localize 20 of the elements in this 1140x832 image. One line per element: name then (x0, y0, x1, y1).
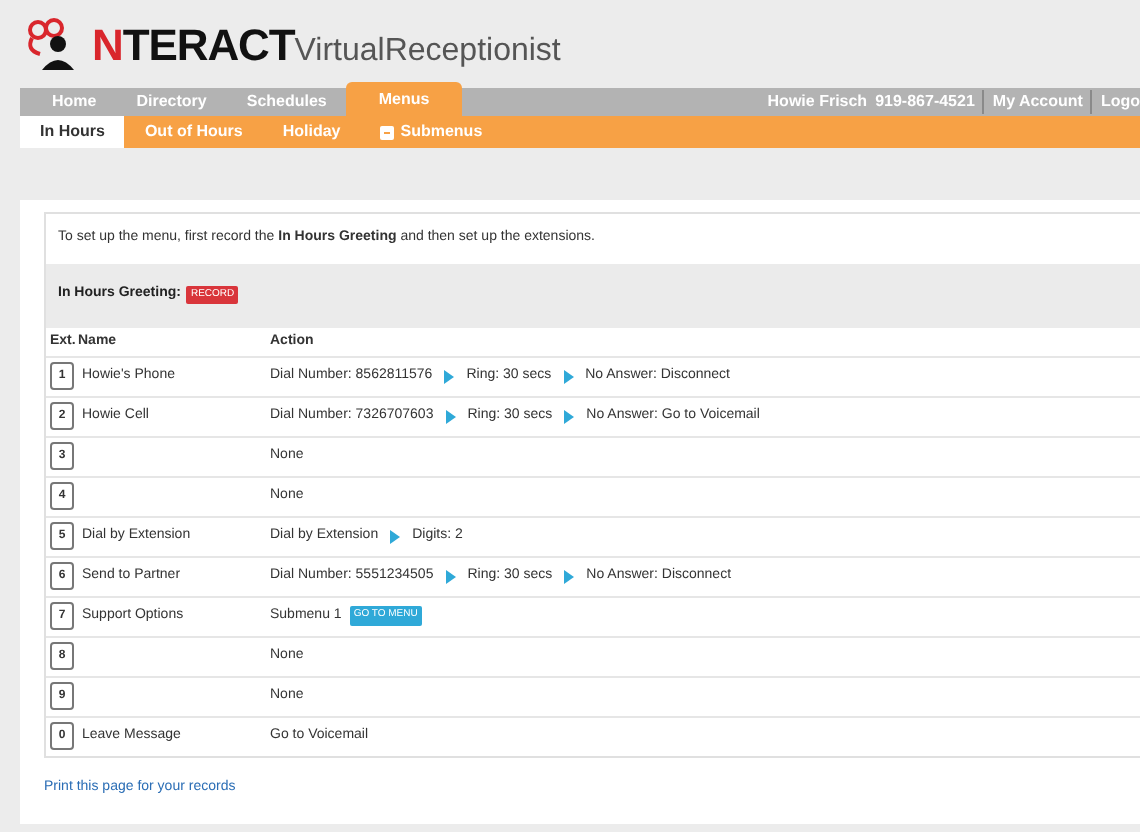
nav-tab[interactable]: Directory (116, 88, 227, 116)
nav-tab[interactable]: Menus (346, 82, 462, 116)
arrow-icon (564, 409, 575, 423)
nav-tab[interactable]: Schedules (226, 88, 347, 116)
logo-wordmark: NTERACTVirtualReceptionist (92, 17, 561, 73)
account-link[interactable]: Logo (1090, 90, 1140, 114)
arrow-icon (444, 369, 455, 383)
arrow-icon (563, 369, 574, 383)
subnav-tab[interactable]: Submenus (360, 116, 503, 148)
arrow-icon (445, 569, 456, 583)
user-name: Howie Frisch (767, 90, 868, 114)
nav-tab[interactable]: Home (32, 88, 117, 116)
account-link[interactable]: My Account (982, 90, 1083, 114)
arrow-icon (445, 409, 456, 423)
arrow-icon (564, 569, 575, 583)
subnav-tab[interactable]: In Hours (20, 116, 125, 148)
phone-number: 919-867-4521 (875, 90, 975, 114)
arrow-icon (390, 529, 401, 543)
subnav-tab[interactable]: Out of Hours (124, 116, 263, 148)
subnav-tab[interactable]: Holiday (262, 116, 361, 148)
